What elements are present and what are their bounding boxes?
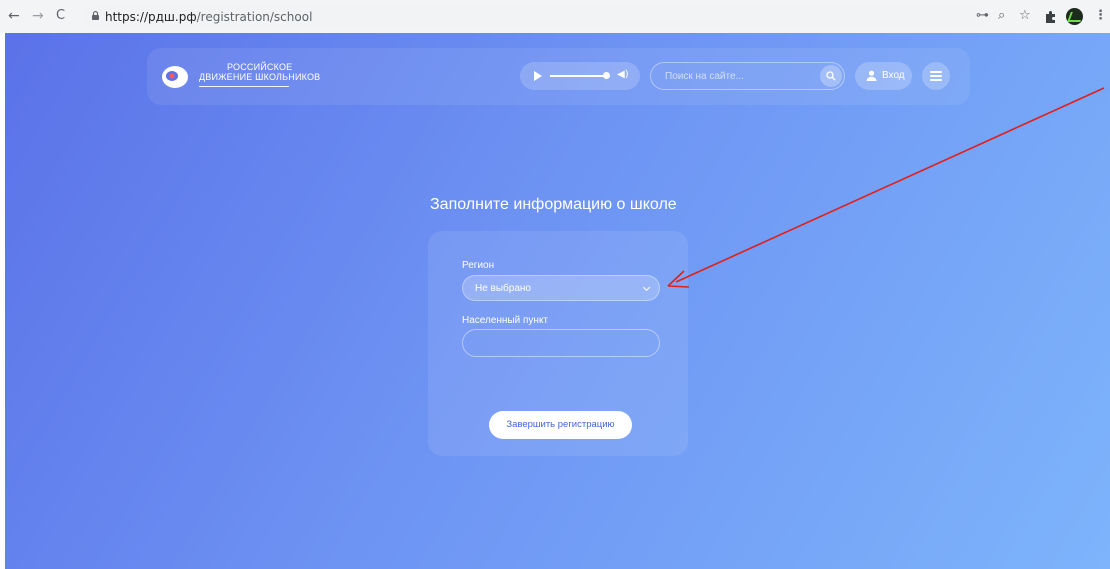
hamburger-line (930, 75, 942, 77)
locality-input[interactable] (462, 329, 660, 357)
school-form-card: Регион Не выбрано Населенный пункт Завер… (428, 231, 688, 456)
complete-registration-button[interactable]: Завершить регистрацию (489, 411, 632, 439)
audio-progress-track[interactable] (550, 75, 605, 77)
reload-icon[interactable]: C (56, 9, 65, 23)
logo-text[interactable]: РОССИЙСКОЕ ДВИЖЕНИЕ ШКОЛЬНИКОВ (199, 62, 320, 87)
login-button[interactable]: Вход (855, 62, 912, 90)
lock-icon (92, 11, 99, 20)
back-arrow-icon[interactable]: ← (8, 9, 20, 23)
chevron-down-icon (642, 283, 651, 292)
page-title: Заполните информацию о школе (430, 196, 677, 213)
zoom-icon[interactable]: ⌕ (998, 8, 1005, 23)
login-label: Вход (882, 70, 905, 81)
hamburger-line (930, 79, 942, 81)
browser-toolbar: ← → C https://рдш.рф/registration/school… (0, 0, 1110, 33)
search-icon (826, 71, 836, 81)
hamburger-menu-button[interactable] (922, 62, 950, 90)
region-select-value: Не выбрано (475, 283, 531, 294)
audio-progress-handle[interactable] (603, 72, 610, 79)
site-header: РОССИЙСКОЕ ДВИЖЕНИЕ ШКОЛЬНИКОВ ◀) Поиск … (147, 48, 970, 105)
url-text[interactable]: https://рдш.рф/registration/school (105, 10, 312, 24)
locality-label: Населенный пункт (462, 315, 549, 326)
volume-icon[interactable]: ◀) (617, 69, 629, 80)
logo-icon[interactable] (161, 65, 189, 89)
logo-underline (199, 86, 289, 87)
search-input[interactable]: Поиск на сайте... (665, 71, 744, 82)
logo-line-2: ДВИЖЕНИЕ ШКОЛЬНИКОВ (199, 72, 321, 82)
hamburger-line (930, 71, 942, 73)
search-button[interactable] (820, 65, 842, 87)
page-background: РОССИЙСКОЕ ДВИЖЕНИЕ ШКОЛЬНИКОВ ◀) Поиск … (5, 33, 1110, 569)
site-search[interactable]: Поиск на сайте... (650, 62, 845, 90)
logo-line-1: РОССИЙСКОЕ (226, 62, 293, 72)
star-icon[interactable]: ☆ (1019, 8, 1031, 23)
user-icon (866, 70, 877, 81)
key-icon[interactable]: ⊶ (976, 8, 989, 23)
audio-player: ◀) (520, 62, 640, 90)
extensions-icon[interactable] (1044, 10, 1057, 23)
complete-registration-label: Завершить регистрацию (506, 419, 615, 430)
url-path: /registration/school (196, 10, 313, 24)
region-label: Регион (462, 260, 495, 271)
play-icon[interactable] (534, 71, 542, 81)
region-select[interactable]: Не выбрано (462, 275, 660, 301)
forward-arrow-icon[interactable]: → (32, 9, 44, 23)
url-host: https://рдш.рф (105, 10, 197, 24)
profile-avatar[interactable] (1066, 8, 1083, 25)
menu-icon[interactable]: ⋮ (1094, 8, 1107, 23)
